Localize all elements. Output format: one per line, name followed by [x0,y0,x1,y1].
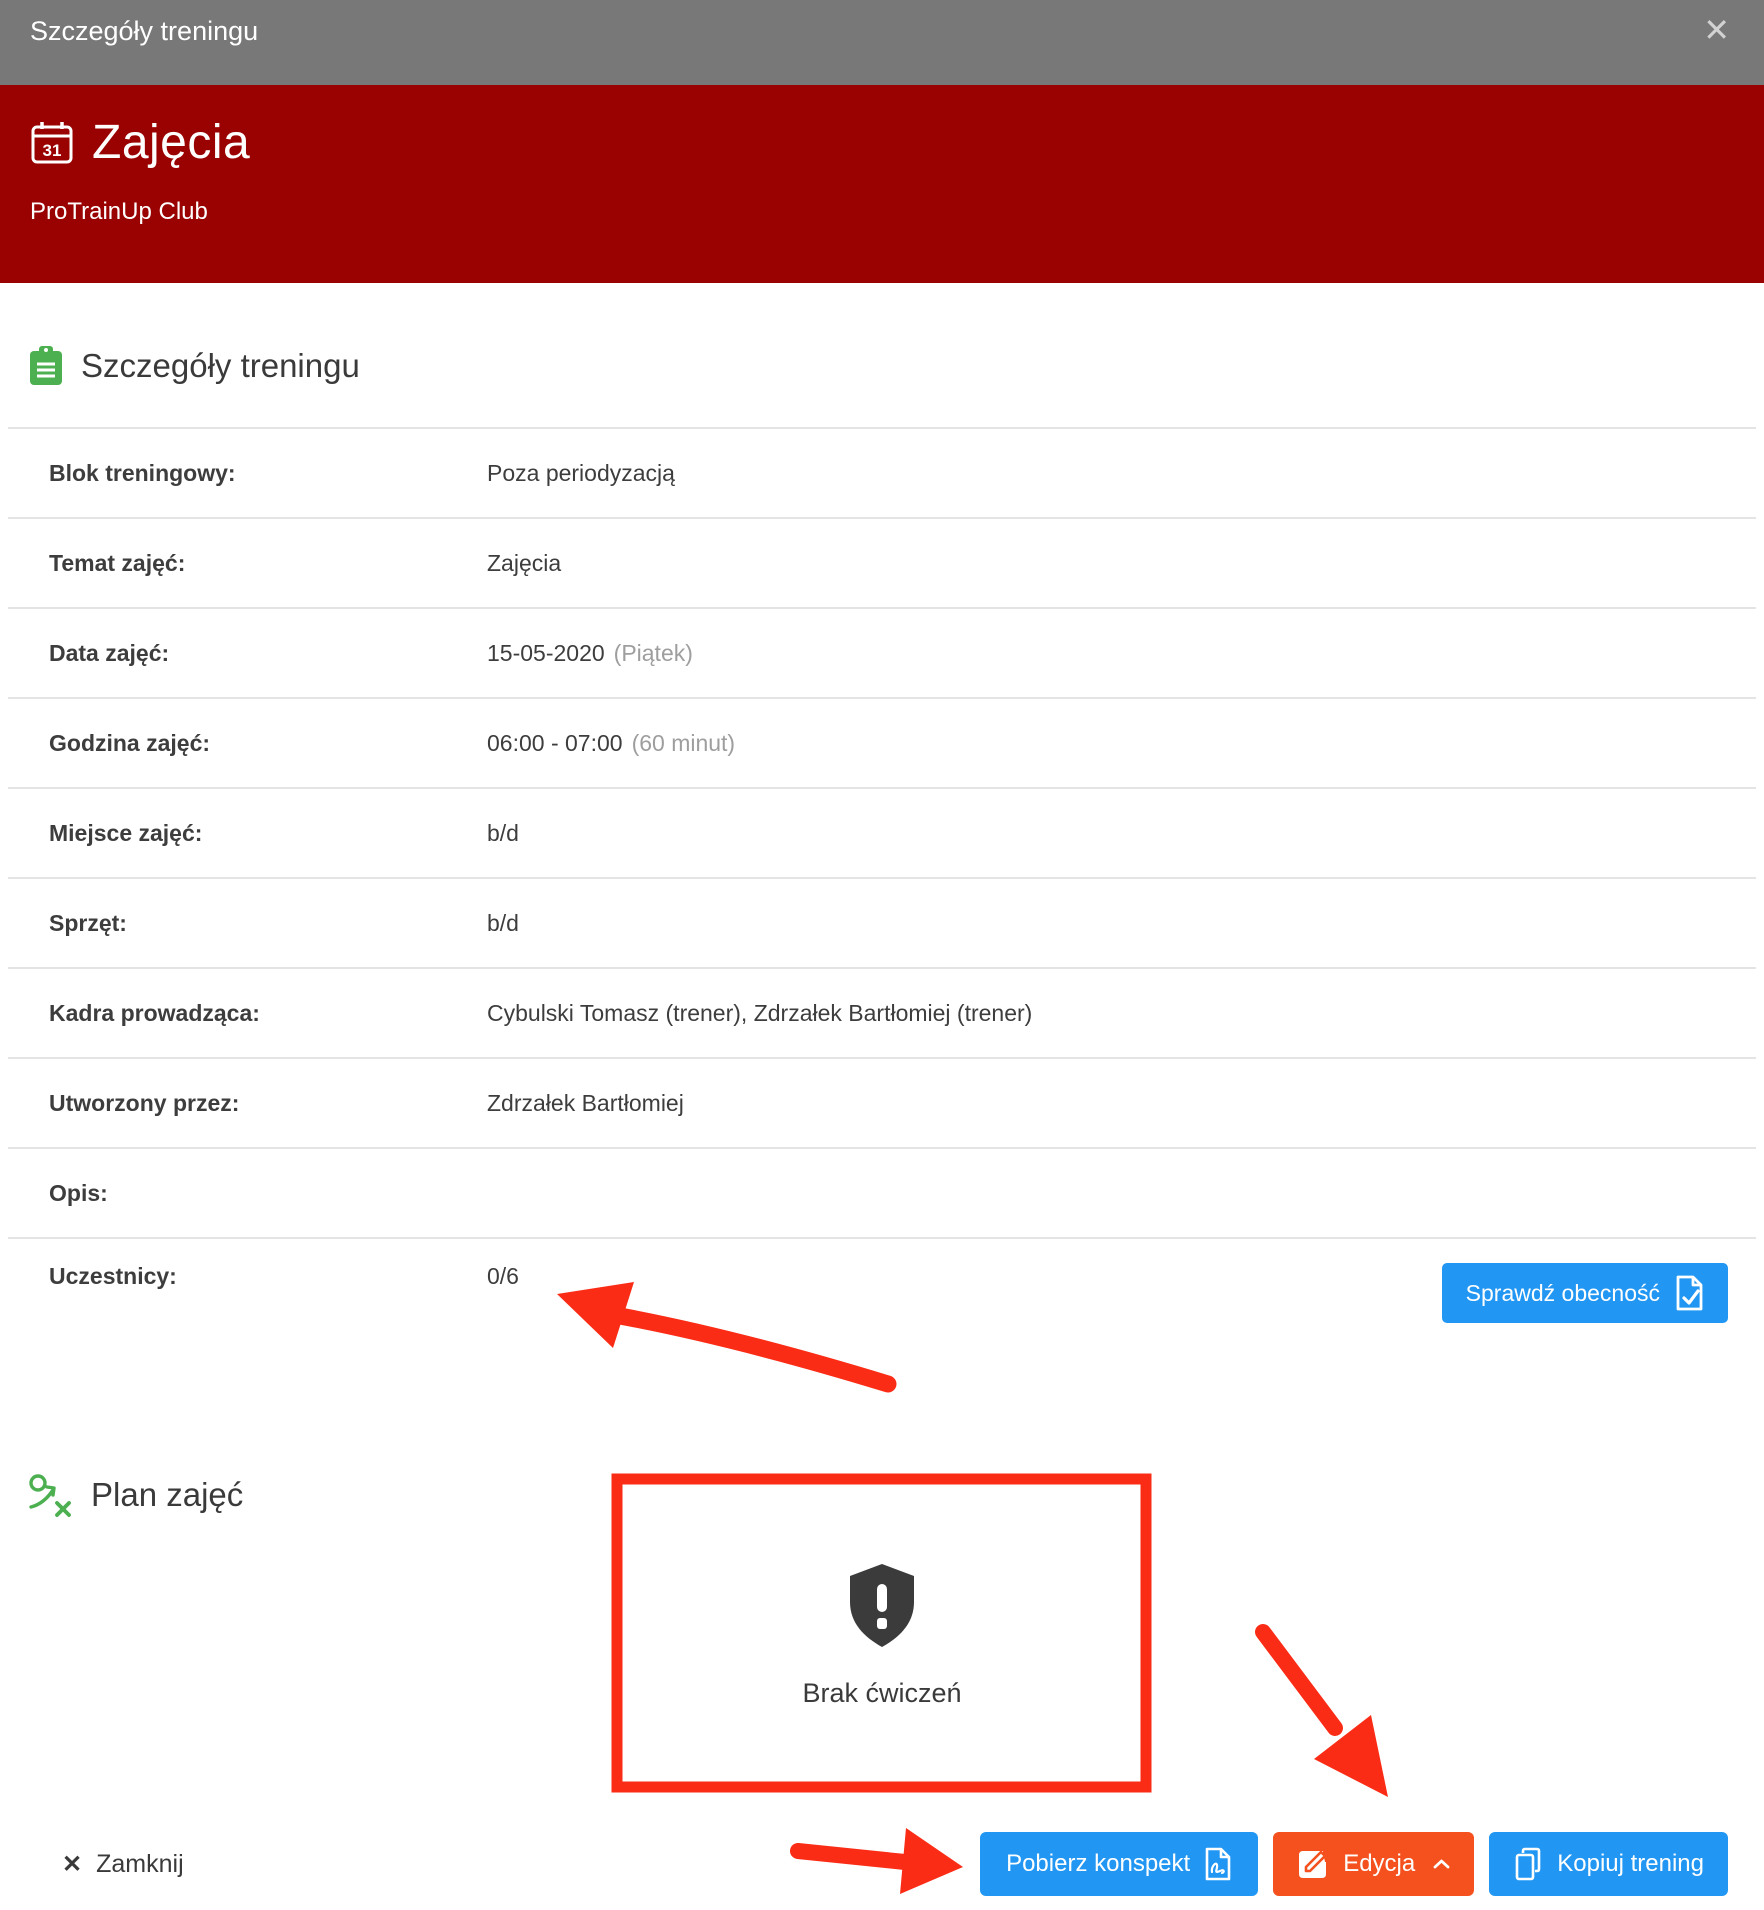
calendar-icon: 31 [30,120,74,166]
shield-alert-icon [842,1562,922,1650]
plan-heading-label: Plan zajęć [91,1476,243,1514]
close-modal-button[interactable]: ✕ Zamknij [62,1850,184,1879]
event-banner: 31 Zajęcia ProTrainUp Club [0,85,1764,283]
details-section-heading: Szczegóły treningu [0,343,1764,389]
table-row: Sprzęt:b/d [8,877,1756,967]
no-exercises-box: Brak ćwiczeń [623,1484,1141,1787]
modal-title: Szczegóły treningu [30,16,258,47]
close-x-icon: ✕ [62,1850,82,1879]
table-row: Data zajęć:15-05-2020(Piątek) [8,607,1756,697]
table-row: Blok treningowy:Poza periodyzacją [8,427,1756,517]
row-value-muted: (Piątek) [614,640,693,666]
chevron-up-icon [1433,1859,1450,1869]
row-label: Kadra prowadząca: [8,1000,487,1027]
row-value: Zajęcia [487,550,1756,577]
table-row: Temat zajęć:Zajęcia [8,517,1756,607]
copy-training-label: Kopiuj trening [1557,1850,1704,1878]
row-label: Data zajęć: [8,640,487,667]
row-value: 06:00 - 07:00(60 minut) [487,730,1756,757]
club-name: ProTrainUp Club [30,198,1734,226]
row-value: Zdrzałek Bartłomiej [487,1090,1756,1117]
row-label: Utworzony przez: [8,1090,487,1117]
plan-section-heading: Plan zajęć [0,1472,243,1518]
row-value: 15-05-2020(Piątek) [487,640,1756,667]
copy-training-button[interactable]: Kopiuj trening [1489,1832,1728,1896]
modal-header: Szczegóły treningu ✕ [0,0,1764,85]
details-table: Blok treningowy:Poza periodyzacjąTemat z… [8,427,1756,1417]
table-row: Miejsce zajęć:b/d [8,787,1756,877]
check-attendance-label: Sprawdź obecność [1466,1280,1660,1307]
doc-check-icon [1674,1275,1704,1311]
training-details-modal: Szczegóły treningu ✕ 31 Zajęcia ProTrain… [0,0,1764,1910]
row-label: Sprzęt: [8,910,487,937]
edit-pencil-icon [1297,1848,1329,1880]
row-value: b/d [487,820,1756,847]
modal-footer: ✕ Zamknij Pobierz konspekt [0,1832,1764,1896]
table-row: Utworzony przez:Zdrzałek Bartłomiej [8,1057,1756,1147]
row-value: b/d [487,910,1756,937]
pdf-file-icon [1204,1847,1232,1881]
close-modal-label: Zamknij [96,1850,184,1879]
clipboard-icon [27,345,65,387]
download-outline-button[interactable]: Pobierz konspekt [980,1832,1258,1896]
table-row: Kadra prowadząca:Cybulski Tomasz (trener… [8,967,1756,1057]
copy-pages-icon [1513,1847,1543,1881]
row-label: Temat zajęć: [8,550,487,577]
edit-label: Edycja [1343,1850,1415,1878]
edit-button[interactable]: Edycja [1273,1832,1474,1896]
table-row: Godzina zajęć:06:00 - 07:00(60 minut) [8,697,1756,787]
download-outline-label: Pobierz konspekt [1006,1850,1190,1878]
row-value: Poza periodyzacją [487,460,1756,487]
details-heading-label: Szczegóły treningu [81,347,360,385]
row-value: 0/6 [487,1263,1442,1290]
row-value: Cybulski Tomasz (trener), Zdrzałek Bartł… [487,1000,1756,1027]
table-row: Opis: [8,1147,1756,1237]
table-row: Uczestnicy:0/6 Sprawdź obecność [8,1237,1756,1417]
row-label: Uczestnicy: [8,1263,487,1290]
row-label: Blok treningowy: [8,460,487,487]
svg-text:31: 31 [43,141,62,160]
row-label: Miejsce zajęć: [8,820,487,847]
event-title: Zajęcia [92,115,250,170]
no-exercises-message: Brak ćwiczeń [802,1678,961,1709]
row-label: Godzina zajęć: [8,730,487,757]
check-attendance-button[interactable]: Sprawdź obecność [1442,1263,1728,1323]
row-label: Opis: [8,1180,487,1207]
close-icon[interactable]: ✕ [1703,16,1730,44]
tactics-icon [27,1473,75,1517]
row-value-muted: (60 minut) [632,730,736,756]
